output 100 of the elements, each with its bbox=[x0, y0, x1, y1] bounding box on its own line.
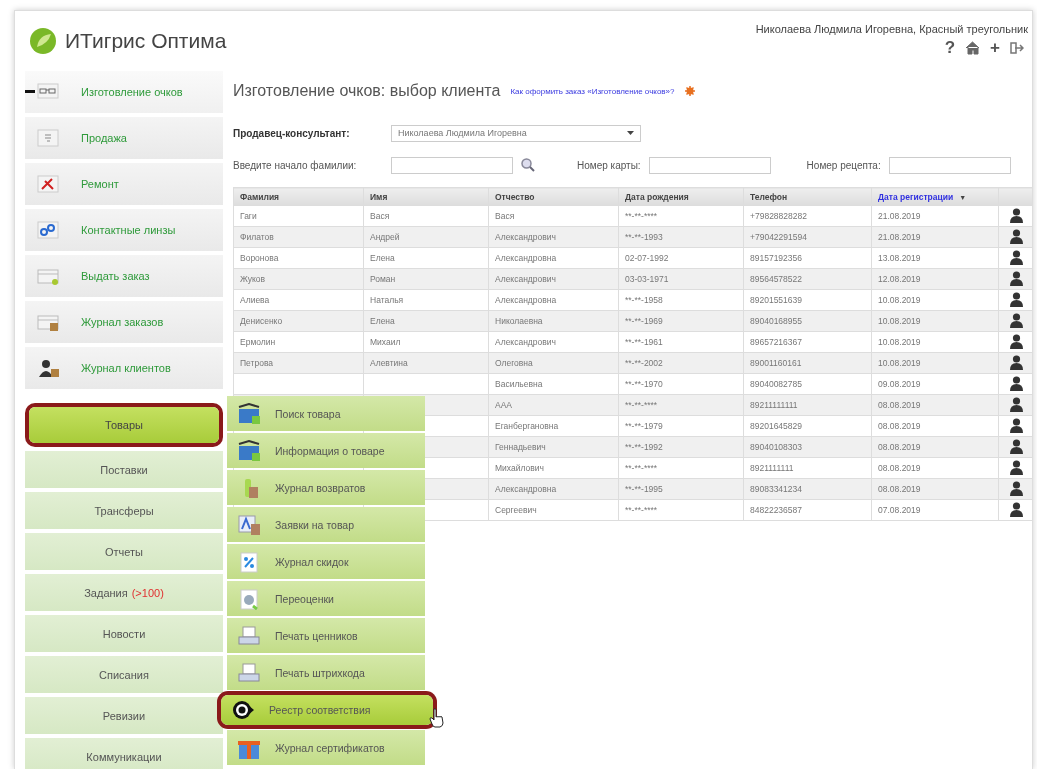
column-header[interactable]: Фамилия bbox=[233, 187, 364, 206]
hand-cursor-icon bbox=[429, 708, 445, 728]
nav-item[interactable]: Журнал клиентов bbox=[25, 347, 223, 389]
table-cell: Воронова bbox=[233, 247, 364, 269]
field-label: Номер карты: bbox=[577, 159, 641, 171]
table-cell: Александрович bbox=[488, 331, 619, 353]
table-cell: 09.08.2019 bbox=[871, 373, 999, 395]
table-cell: 21.08.2019 bbox=[871, 205, 999, 227]
table-cell: Михайлович bbox=[488, 457, 619, 479]
nav-item[interactable]: Журнал заказов bbox=[25, 301, 223, 343]
seller-dropdown[interactable]: Николаева Людмила Игоревна bbox=[391, 124, 641, 142]
table-cell: Жуков bbox=[233, 268, 364, 290]
table-cell: Ермолин bbox=[233, 331, 364, 353]
submenu-item[interactable]: Печать штрихкода bbox=[227, 655, 425, 690]
table-cell: 84822236587 bbox=[743, 499, 872, 521]
nav-item[interactable]: Списания bbox=[25, 656, 223, 693]
nav-item[interactable]: Поставки bbox=[25, 451, 223, 488]
person-icon bbox=[1009, 417, 1023, 433]
person-icon bbox=[1009, 312, 1023, 328]
table-cell: 89201645829 bbox=[743, 415, 872, 437]
add-icon[interactable]: + bbox=[990, 40, 1000, 56]
search-icon[interactable] bbox=[521, 158, 535, 172]
field-label: Продавец-консультант: bbox=[233, 127, 351, 139]
recipe-number-field[interactable] bbox=[888, 156, 1011, 174]
nav-item[interactable]: Новости bbox=[25, 615, 223, 652]
column-header[interactable]: Отчество bbox=[488, 187, 619, 206]
submenu-item[interactable]: Заявки на товар bbox=[227, 507, 425, 542]
person-icon bbox=[1009, 249, 1023, 265]
table-cell: **-**-**** bbox=[618, 205, 744, 227]
nav-item[interactable]: Изготовление очков bbox=[25, 71, 223, 113]
home-icon[interactable] bbox=[965, 41, 981, 55]
nav-item[interactable]: Задания (>100) bbox=[25, 574, 223, 611]
table-cell: Петрова bbox=[233, 352, 364, 374]
leaf-logo-icon bbox=[29, 27, 57, 55]
user-name: Николаева Людмила Игоревна, Красный треугольник bbox=[755, 23, 1028, 35]
help-link[interactable]: Как оформить заказ «Изготовление очков»? bbox=[510, 86, 675, 96]
certification-mark-icon bbox=[231, 699, 255, 721]
lenses-icon bbox=[37, 221, 59, 239]
receipt-icon bbox=[37, 129, 59, 147]
table-cell: Алиева bbox=[233, 289, 364, 311]
column-header[interactable]: Имя bbox=[363, 187, 489, 206]
table-cell: Елена bbox=[363, 247, 489, 269]
person-icon bbox=[1009, 480, 1023, 496]
person-icon bbox=[1009, 333, 1023, 349]
table-cell: 8921111111 bbox=[743, 457, 872, 479]
person-icon bbox=[1009, 207, 1023, 223]
help-icon[interactable]: ? bbox=[944, 40, 956, 56]
column-header[interactable]: Дата рождения bbox=[618, 187, 744, 206]
table-cell: Гаги bbox=[233, 205, 364, 227]
table-cell: **-**-**** bbox=[618, 457, 744, 479]
table-cell: **-**-1970 bbox=[618, 373, 744, 395]
table-cell: **-**-**** bbox=[618, 499, 744, 521]
submenu-item[interactable]: Журнал скидок bbox=[227, 544, 425, 579]
nav-item[interactable]: Ремонт bbox=[25, 163, 223, 205]
window-box-icon bbox=[37, 313, 59, 331]
person-icon bbox=[1009, 438, 1023, 454]
table-cell: Вася bbox=[488, 205, 619, 227]
table-cell: Денисенко bbox=[233, 310, 364, 332]
table-cell: +79828828282 bbox=[743, 205, 872, 227]
field-label: Введите начало фамилии: bbox=[233, 159, 358, 171]
nav-item[interactable]: Ревизии bbox=[25, 697, 223, 734]
table-cell: Сергеевич bbox=[488, 499, 619, 521]
submenu-item[interactable]: Переоценки bbox=[227, 581, 425, 616]
exit-icon[interactable] bbox=[1010, 42, 1024, 54]
nav-item[interactable]: Контактные линзы bbox=[25, 209, 223, 251]
column-header[interactable]: Телефон bbox=[743, 187, 872, 206]
person-icon bbox=[1009, 291, 1023, 307]
table-cell: 10.08.2019 bbox=[871, 331, 999, 353]
table-cell: Михаил bbox=[363, 331, 489, 353]
surname-field[interactable] bbox=[391, 156, 513, 174]
person-box-icon bbox=[37, 359, 59, 377]
table-cell: **-**-1961 bbox=[618, 331, 744, 353]
chart-box-icon bbox=[237, 513, 261, 536]
table-cell: Вася bbox=[363, 205, 489, 227]
table-cell: **-**-1979 bbox=[618, 415, 744, 437]
submenu-item[interactable]: Поиск товара bbox=[227, 396, 425, 431]
submenu-item[interactable]: Печать ценников bbox=[227, 618, 425, 653]
page-title: Изготовление очков: выбор клиента bbox=[233, 82, 501, 100]
gear-icon bbox=[684, 86, 695, 96]
submenu-item[interactable]: Журнал сертификатов bbox=[227, 730, 425, 765]
table-cell: Наталья bbox=[363, 289, 489, 311]
nav-item[interactable]: Отчеты bbox=[25, 533, 223, 570]
table-cell: 10.08.2019 bbox=[871, 289, 999, 311]
card-number-field[interactable] bbox=[648, 156, 771, 174]
field-label: Номер рецепта: bbox=[806, 159, 881, 171]
nav-item[interactable]: Коммуникации bbox=[25, 738, 223, 769]
nav-item[interactable]: Выдать заказ bbox=[25, 255, 223, 297]
printer-icon bbox=[237, 624, 261, 647]
tools-icon bbox=[37, 175, 59, 193]
percent-icon bbox=[237, 550, 261, 573]
nav-item[interactable]: Трансферы bbox=[25, 492, 223, 529]
person-icon bbox=[1009, 396, 1023, 412]
submenu-item[interactable]: Информация о товаре bbox=[227, 433, 425, 468]
person-icon bbox=[1009, 375, 1023, 391]
nav-item[interactable]: Продажа bbox=[25, 117, 223, 159]
printer-icon bbox=[237, 661, 261, 684]
submenu-item[interactable]: Журнал возвратов bbox=[227, 470, 425, 505]
table-cell: 89657216367 bbox=[743, 331, 872, 353]
basket-icon bbox=[237, 402, 261, 425]
caret-icon bbox=[627, 131, 634, 135]
